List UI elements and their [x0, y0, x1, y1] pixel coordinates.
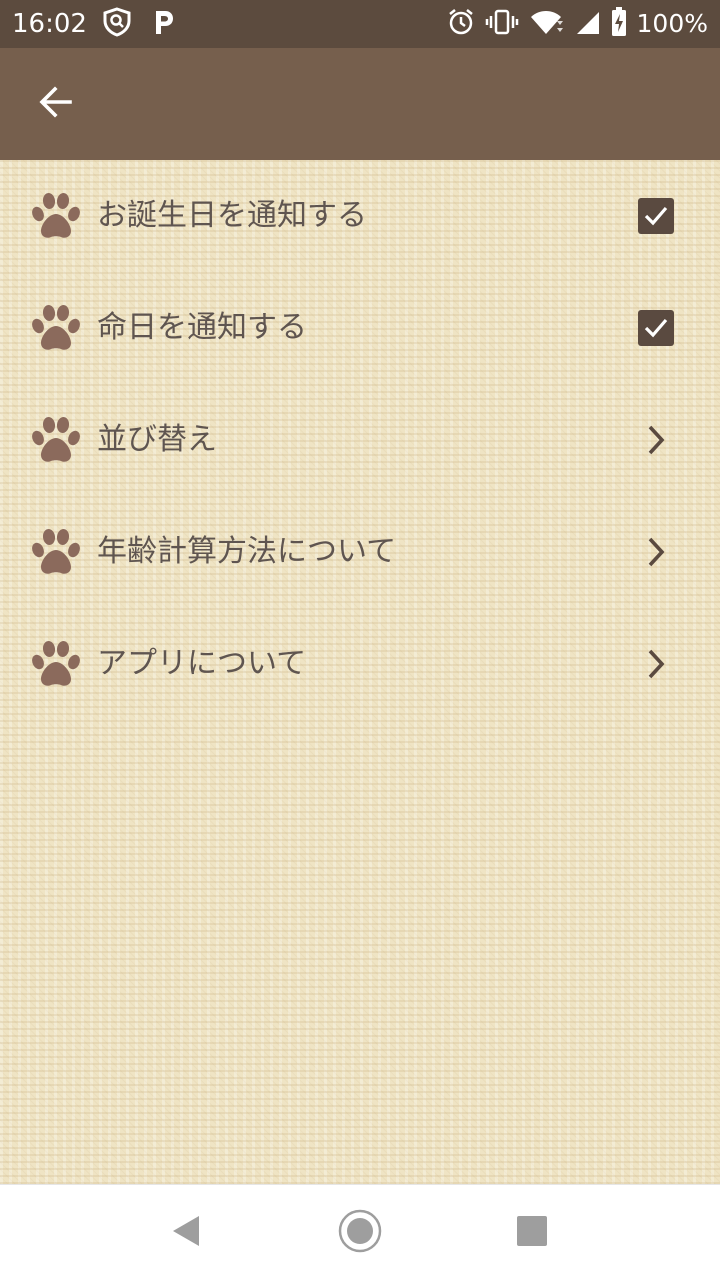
app-bar — [0, 48, 720, 160]
nav-back-button[interactable] — [156, 1203, 216, 1263]
back-button[interactable] — [24, 80, 88, 128]
paw-icon — [30, 192, 82, 240]
settings-content: お誕生日を通知する 命日を通知する 並び替え 年齢計算方法について アプリについ… — [0, 160, 720, 1184]
status-bar: 16:02 100% — [0, 0, 720, 48]
settings-list: お誕生日を通知する 命日を通知する 並び替え 年齢計算方法について アプリについ… — [0, 160, 720, 720]
alarm-icon — [447, 8, 475, 40]
nav-home-button[interactable] — [330, 1203, 390, 1263]
setting-label: 並び替え — [97, 422, 217, 457]
signal-icon — [575, 8, 601, 40]
battery-percent: 100% — [636, 9, 708, 38]
battery-charging-icon — [611, 7, 627, 41]
paw-icon — [30, 640, 82, 688]
setting-label: アプリについて — [97, 646, 307, 681]
death-anniversary-notification-checkbox[interactable] — [638, 310, 674, 346]
setting-sort-order[interactable]: 並び替え — [0, 384, 720, 496]
nav-recents-icon — [516, 1215, 548, 1251]
nav-back-icon — [169, 1213, 203, 1253]
paw-icon — [30, 416, 82, 464]
paw-icon — [30, 528, 82, 576]
chevron-right-icon[interactable] — [642, 536, 670, 568]
arrow-back-icon — [38, 84, 74, 124]
screen: 16:02 100% お誕生日を通知する 命日を通知する 並び替え 年齢計算方法… — [0, 0, 720, 1280]
paw-icon — [30, 304, 82, 352]
nav-recents-button[interactable] — [502, 1203, 562, 1263]
vibrate-icon — [485, 8, 519, 40]
vpn-shield-icon — [102, 7, 132, 41]
setting-label: 命日を通知する — [97, 310, 307, 345]
setting-age-calculation-method[interactable]: 年齢計算方法について — [0, 496, 720, 608]
setting-birthday-notification[interactable]: お誕生日を通知する — [0, 160, 720, 272]
setting-death-anniversary-notification[interactable]: 命日を通知する — [0, 272, 720, 384]
setting-label: お誕生日を通知する — [97, 198, 367, 233]
wifi-icon — [529, 8, 565, 40]
status-time: 16:02 — [12, 9, 87, 39]
setting-about-app[interactable]: アプリについて — [0, 608, 720, 720]
nav-home-icon — [337, 1208, 383, 1258]
navigation-bar — [0, 1184, 720, 1280]
parking-icon — [152, 7, 176, 41]
status-left-icons — [102, 7, 176, 41]
birthday-notification-checkbox[interactable] — [638, 198, 674, 234]
chevron-right-icon[interactable] — [642, 424, 670, 456]
setting-label: 年齢計算方法について — [97, 534, 397, 569]
chevron-right-icon[interactable] — [642, 648, 670, 680]
status-right-icons: 100% — [447, 7, 708, 41]
